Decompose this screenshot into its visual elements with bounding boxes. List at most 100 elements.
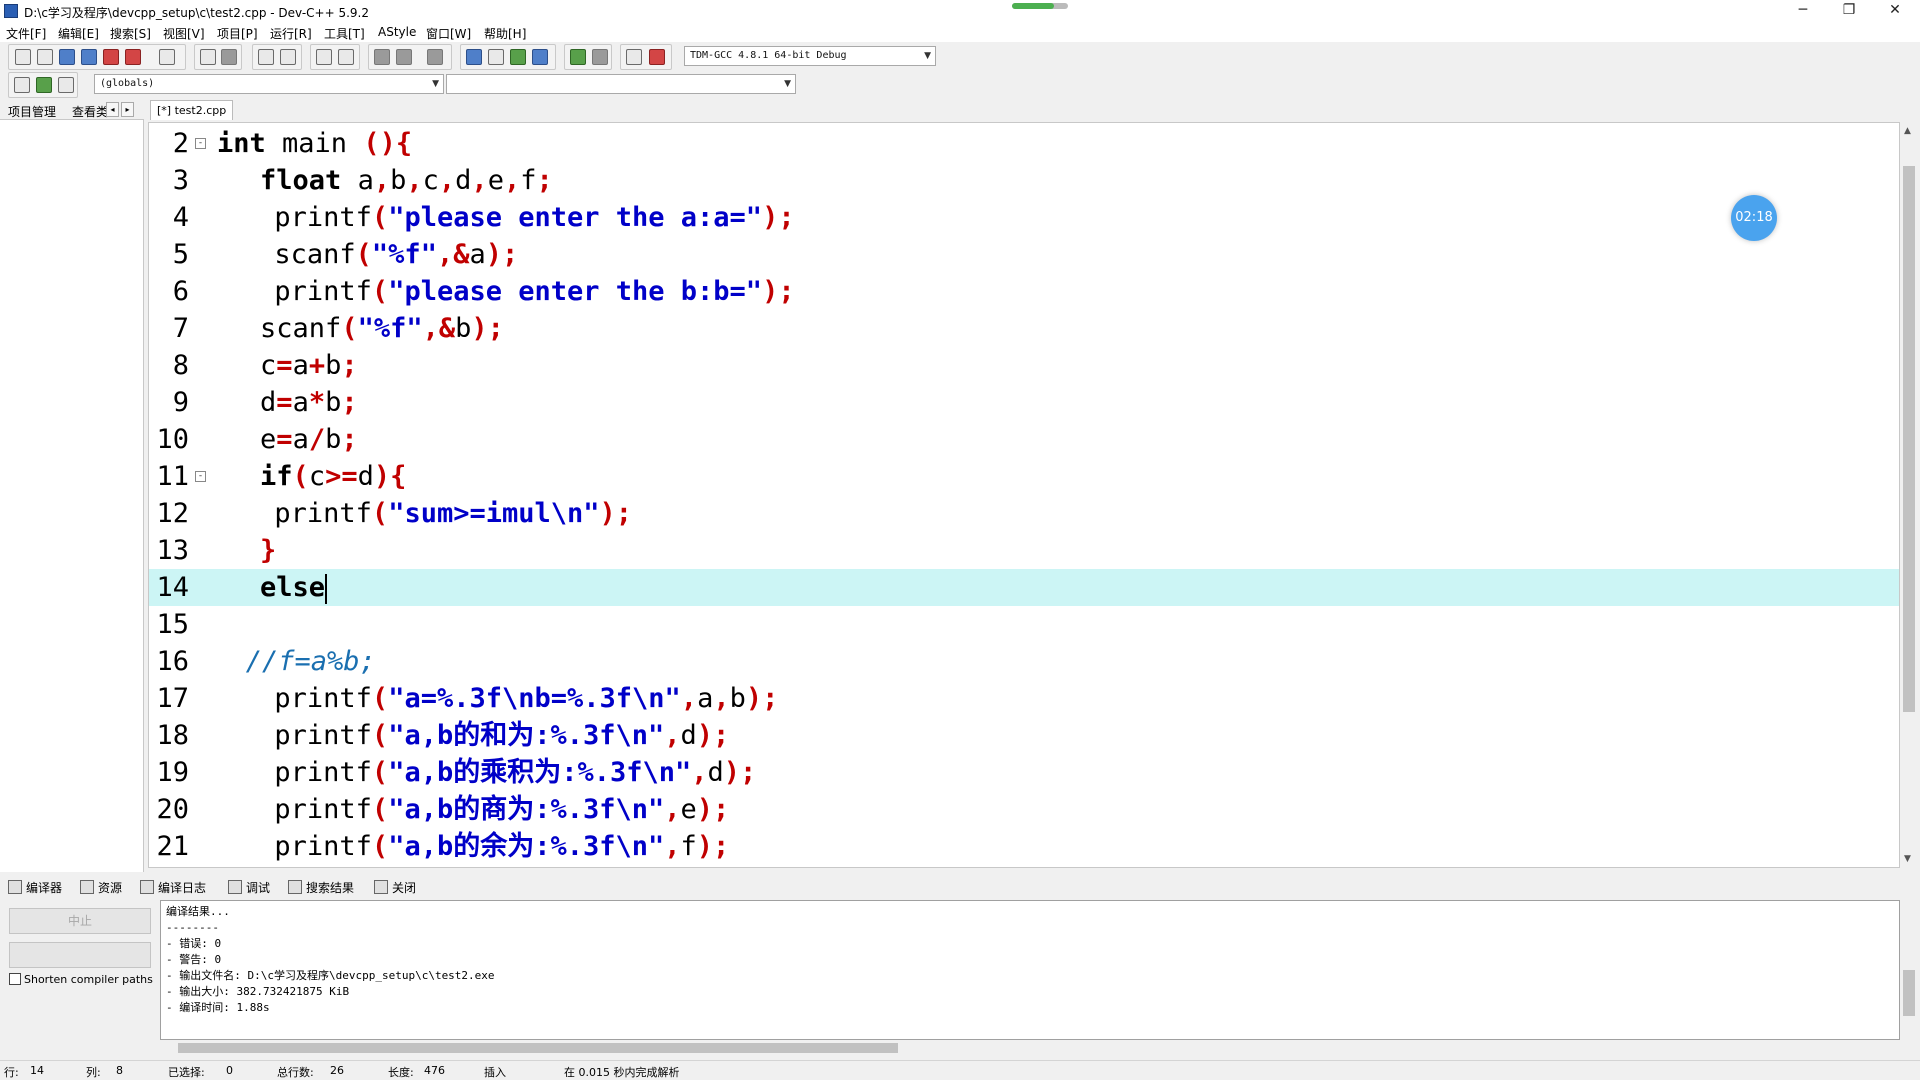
- tab-search-results[interactable]: 搜索结果: [306, 879, 354, 896]
- length-value: 476: [424, 1064, 445, 1077]
- minimize-button[interactable]: ─: [1780, 0, 1826, 22]
- code-token: a: [341, 165, 374, 196]
- abort-icon[interactable]: [592, 49, 608, 65]
- code-token: ,: [713, 683, 730, 714]
- close-button[interactable]: ✕: [1872, 0, 1918, 22]
- menu-view[interactable]: 视图[V]: [163, 25, 205, 42]
- code-editor[interactable]: 2- int main (){3 float a,b,c,d,e,f; 4 printf…: [148, 122, 1900, 868]
- abort-button[interactable]: 中止: [9, 908, 151, 934]
- code-line[interactable]: 13}: [149, 532, 1899, 569]
- menu-edit[interactable]: 编辑[E]: [58, 25, 99, 42]
- fold-toggle-icon[interactable]: -: [195, 471, 206, 482]
- tab-close[interactable]: 关闭: [392, 879, 416, 896]
- menu-help[interactable]: 帮助[H]: [484, 25, 526, 42]
- restore-button[interactable]: ❐: [1826, 0, 1872, 22]
- redo-icon[interactable]: [221, 49, 237, 65]
- code-line[interactable]: 16 //f=a%b;: [149, 643, 1899, 680]
- log-horizontal-scrollbar[interactable]: [160, 1040, 1900, 1056]
- code-line[interactable]: 9 d=a*b;: [149, 384, 1899, 421]
- undo-icon[interactable]: [200, 49, 216, 65]
- syntax-check-icon[interactable]: [570, 49, 586, 65]
- menu-file[interactable]: 文件[F]: [6, 25, 46, 42]
- scroll-down-icon[interactable]: ▼: [1904, 854, 1911, 864]
- code-line[interactable]: 17 printf("a=%.3f\nb=%.3f\n",a,b);: [149, 680, 1899, 717]
- forward-icon[interactable]: [396, 49, 412, 65]
- tab-compile-log[interactable]: 编译日志: [158, 879, 206, 896]
- indent-icon[interactable]: [316, 49, 332, 65]
- menu-search[interactable]: 搜索[S]: [110, 25, 151, 42]
- debug-icon[interactable]: [649, 49, 665, 65]
- new-project-icon[interactable]: [466, 49, 482, 65]
- print-icon[interactable]: [159, 49, 175, 65]
- code-token: ,: [691, 757, 708, 788]
- code-line[interactable]: 7 scanf("%f",&b);: [149, 310, 1899, 347]
- unindent-icon[interactable]: [338, 49, 354, 65]
- close-all-icon[interactable]: [125, 49, 141, 65]
- add-to-project-icon[interactable]: [488, 49, 504, 65]
- tab-debug[interactable]: 调试: [246, 879, 270, 896]
- editor-vertical-scrollbar[interactable]: ▲ ▼: [1900, 122, 1918, 868]
- menu-tools[interactable]: 工具[T]: [324, 25, 365, 42]
- profile-chart-icon[interactable]: [626, 49, 642, 65]
- code-line[interactable]: 19 printf("a,b的乘积为:%.3f\n",d);: [149, 754, 1899, 791]
- tab-test2-cpp[interactable]: [*] test2.cpp: [150, 100, 234, 120]
- chevron-left-icon[interactable]: ◂: [106, 102, 119, 117]
- tab-compiler[interactable]: 编译器: [26, 879, 62, 896]
- open-file-icon[interactable]: [37, 49, 53, 65]
- line-number: 16: [156, 646, 189, 677]
- project-options-icon[interactable]: [532, 49, 548, 65]
- scroll-up-icon[interactable]: ▲: [1904, 126, 1911, 136]
- symbol-select[interactable]: ▼: [446, 74, 796, 94]
- code-line[interactable]: 10 e=a/b;: [149, 421, 1899, 458]
- tab-class-view[interactable]: 查看类: [72, 103, 108, 120]
- log-vertical-scrollbar[interactable]: [1900, 900, 1918, 1040]
- shorten-paths-checkbox[interactable]: Shorten compiler paths: [9, 973, 153, 986]
- code-line[interactable]: 4 printf("please enter the a:a=");: [149, 199, 1899, 236]
- line-number: 13: [156, 535, 189, 566]
- new-file-icon[interactable]: [15, 49, 31, 65]
- tab-resources[interactable]: 资源: [98, 879, 122, 896]
- compile-log[interactable]: 编译结果... -------- - 错误: 0 - 警告: 0 - 输出文件名…: [160, 900, 1900, 1040]
- code-line[interactable]: 5 scanf("%f",&a);: [149, 236, 1899, 273]
- close-file-icon[interactable]: [103, 49, 119, 65]
- line-number: 20: [156, 794, 189, 825]
- menu-window[interactable]: 窗口[W]: [426, 25, 471, 42]
- code-line[interactable]: 18 printf("a,b的和为:%.3f\n",d);: [149, 717, 1899, 754]
- code-line[interactable]: 20 printf("a,b的商为:%.3f\n",e);: [149, 791, 1899, 828]
- checkbox-box[interactable]: [9, 973, 21, 985]
- code-line[interactable]: 6 printf("please enter the b:b=");: [149, 273, 1899, 310]
- fold-toggle-icon[interactable]: -: [195, 138, 206, 149]
- compiler-select-value: TDM-GCC 4.8.1 64-bit Debug: [690, 50, 847, 61]
- goto-line-icon[interactable]: [427, 49, 443, 65]
- scrollbar-thumb[interactable]: [1903, 970, 1915, 1016]
- compiler-select[interactable]: TDM-GCC 4.8.1 64-bit Debug ▼: [684, 46, 936, 66]
- remove-from-project-icon[interactable]: [510, 49, 526, 65]
- replace-icon[interactable]: [280, 49, 296, 65]
- find-icon[interactable]: [258, 49, 274, 65]
- code-line[interactable]: 2- int main (){: [149, 125, 1899, 162]
- scrollbar-thumb[interactable]: [1903, 166, 1915, 712]
- chevron-right-icon[interactable]: ▸: [121, 102, 134, 117]
- code-line[interactable]: 15: [149, 606, 1899, 643]
- timer-badge[interactable]: 02:18: [1731, 195, 1777, 241]
- code-line[interactable]: 21 printf("a,b的余为:%.3f\n",f);: [149, 828, 1899, 865]
- insert-icon[interactable]: [14, 77, 30, 93]
- code-line[interactable]: 3 float a,b,c,d,e,f;: [149, 162, 1899, 199]
- code-line[interactable]: 11- if(c>=d){: [149, 458, 1899, 495]
- goto-bookmark-icon[interactable]: [58, 77, 74, 93]
- tab-project[interactable]: 项目管理: [8, 103, 56, 120]
- scrollbar-thumb[interactable]: [178, 1043, 898, 1053]
- menu-project[interactable]: 项目[P]: [217, 25, 258, 42]
- save-icon[interactable]: [59, 49, 75, 65]
- code-line[interactable]: 12 printf("sum>=imul\n");: [149, 495, 1899, 532]
- menu-astyle[interactable]: AStyle: [378, 25, 416, 39]
- code-line[interactable]: 14 else: [149, 569, 1899, 606]
- code-token: ,: [664, 831, 681, 862]
- menu-run[interactable]: 运行[R]: [270, 25, 312, 42]
- toggle-bookmark-icon[interactable]: [36, 77, 52, 93]
- save-all-icon[interactable]: [81, 49, 97, 65]
- line-number: 3: [172, 165, 189, 196]
- back-icon[interactable]: [374, 49, 390, 65]
- code-line[interactable]: 8 c=a+b;: [149, 347, 1899, 384]
- scope-select[interactable]: (globals) ▼: [94, 74, 444, 94]
